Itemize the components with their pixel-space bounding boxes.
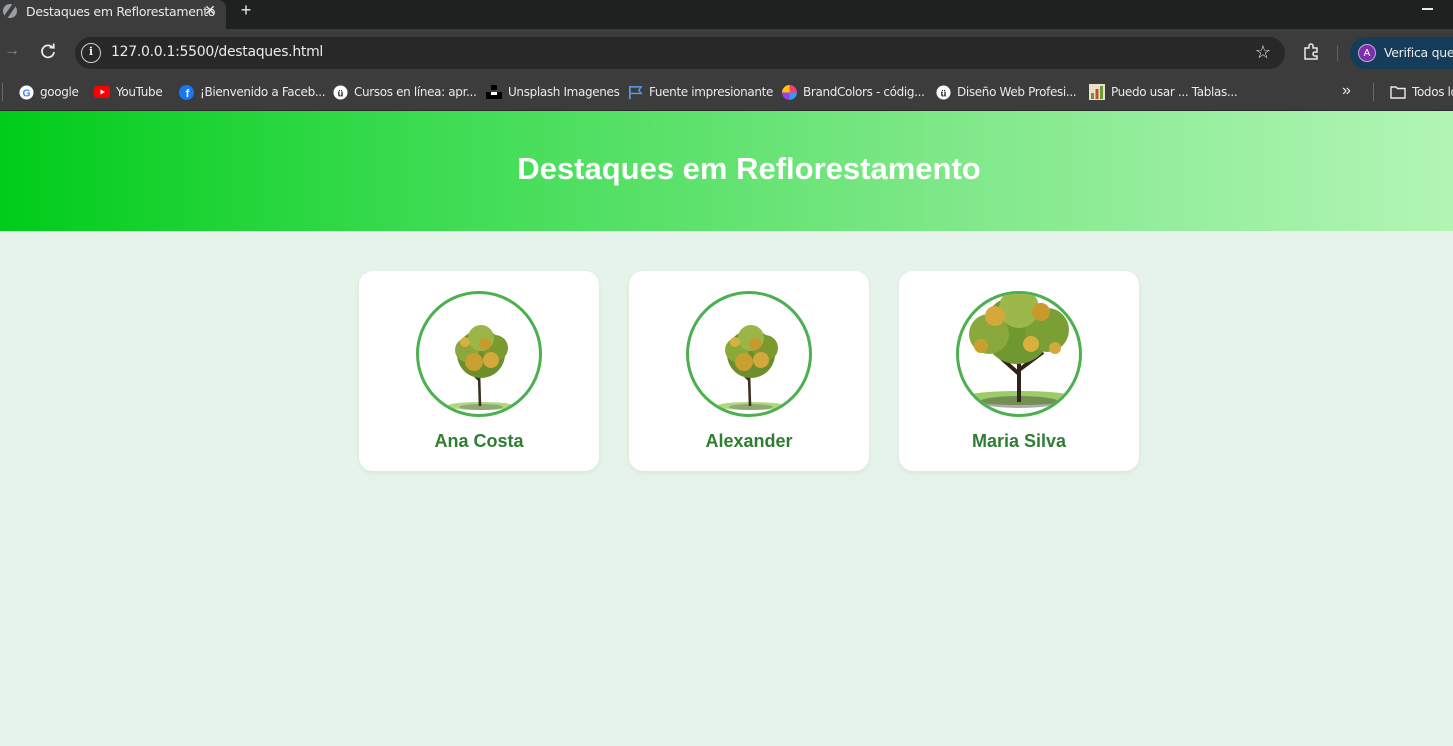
bookmark-youtube[interactable]: YouTube (94, 82, 163, 102)
udemy-icon: ü (935, 84, 951, 100)
avatar: A (1358, 44, 1376, 62)
bookmark-label: Cursos en línea: apr... (354, 85, 477, 99)
bookmark-label: ¡Bienvenido a Faceb... (200, 85, 326, 99)
bookmark-unsplash[interactable]: Unsplash Imagenes (486, 82, 620, 102)
folder-icon (1390, 84, 1406, 100)
facebook-icon: f (178, 84, 194, 100)
extensions-icon[interactable] (1302, 43, 1320, 61)
profile-button[interactable]: A Verifica que e (1350, 37, 1453, 69)
highlight-card: Ana Costa (359, 271, 599, 471)
bookmark-label: YouTube (116, 85, 163, 99)
svg-text:G: G (22, 88, 30, 99)
close-tab-icon[interactable]: ✕ (203, 2, 217, 18)
tree-photo (956, 291, 1082, 417)
tab-title: Destaques em Reflorestamento (26, 4, 216, 19)
svg-text:f: f (185, 88, 189, 100)
globe-icon (3, 4, 17, 18)
bookmark-udemy-courses[interactable]: ü Cursos en línea: apr... (332, 82, 477, 102)
highlight-card: Maria Silva (899, 271, 1139, 471)
new-tab-icon[interactable]: + (238, 1, 254, 19)
google-icon: G (18, 84, 34, 100)
bookmarks-bar: G google YouTube f ¡Bienvenido a Faceb..… (0, 75, 1453, 111)
page-title: Destaques em Reflorestamento (517, 151, 981, 186)
tree-photo (416, 291, 542, 417)
bookmark-google[interactable]: G google (18, 82, 79, 102)
bookmarks-overflow-icon[interactable]: » (1342, 81, 1351, 101)
bookmark-facebook[interactable]: f ¡Bienvenido a Faceb... (178, 82, 326, 102)
forward-arrow-icon[interactable]: → (4, 43, 20, 59)
caniuse-icon (1089, 84, 1105, 100)
tree-photo (686, 291, 812, 417)
bookmark-label: BrandColors - códig... (803, 85, 925, 99)
card-name: Maria Silva (971, 431, 1067, 451)
bookmark-label: Unsplash Imagenes (508, 85, 620, 99)
url-text[interactable]: 127.0.0.1:5500/destaques.html (111, 44, 323, 60)
browser-tab[interactable]: Destaques em Reflorestamento ✕ (0, 0, 226, 29)
flag-icon (627, 84, 643, 100)
bookmark-label: Fuente impresionante (649, 85, 774, 99)
browser-tab-strip: Destaques em Reflorestamento ✕ + (0, 0, 1453, 29)
unsplash-icon (486, 84, 502, 100)
site-info-icon[interactable] (81, 43, 101, 63)
svg-text:ü: ü (940, 88, 946, 98)
address-bar[interactable]: 127.0.0.1:5500/destaques.html ☆ (75, 37, 1285, 69)
profile-label: Verifica que e (1384, 45, 1453, 60)
svg-text:ü: ü (337, 88, 343, 98)
minimize-window-icon[interactable] (1422, 8, 1433, 10)
card-name: Ana Costa (434, 431, 524, 451)
bookmark-font-awesome[interactable]: Fuente impresionante (627, 82, 773, 102)
all-bookmarks-label: Todos lo (1412, 85, 1453, 99)
bookmark-label: Diseño Web Profesi... (957, 85, 1077, 99)
card-name: Alexander (705, 431, 793, 451)
bookmark-star-icon[interactable]: ☆ (1255, 43, 1271, 61)
udemy-icon: ü (332, 84, 348, 100)
bookmark-brandcolors[interactable]: BrandColors - códig... (781, 82, 925, 102)
toolbar-divider (1337, 45, 1338, 61)
youtube-icon (94, 84, 110, 100)
page-header: Destaques em Reflorestamento (0, 111, 1453, 231)
browser-toolbar: → 127.0.0.1:5500/destaques.html ☆ A Veri… (0, 29, 1453, 75)
bookmark-label: Puedo usar ... Tablas... (1111, 85, 1238, 99)
highlight-card: Alexander (629, 271, 869, 471)
bookmark-caniuse[interactable]: Puedo usar ... Tablas... (1089, 82, 1238, 102)
all-bookmarks-folder[interactable]: Todos lo (1390, 82, 1453, 102)
bookmarks-divider (2, 83, 3, 101)
reload-icon[interactable] (39, 42, 57, 60)
brandcolors-icon (781, 84, 797, 100)
bookmarks-divider (1373, 83, 1374, 101)
bookmark-label: google (40, 85, 79, 99)
bookmark-diseno-web[interactable]: ü Diseño Web Profesi... (935, 82, 1077, 102)
